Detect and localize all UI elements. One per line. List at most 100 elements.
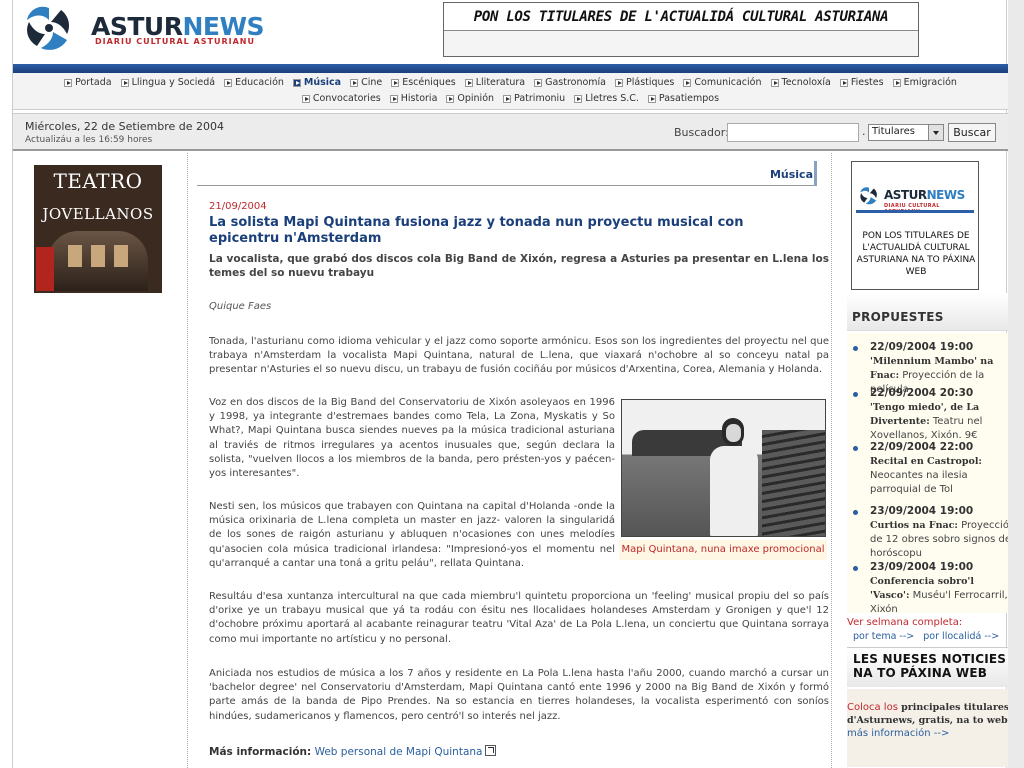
- arrow-right-icon: [770, 78, 779, 87]
- search-input[interactable]: [727, 123, 859, 142]
- teatro-jovellanos-ad[interactable]: TEATRO JOVELLANOS: [34, 165, 162, 293]
- arrow-right-icon: [301, 94, 310, 103]
- nav-item[interactable]: Opinión: [446, 93, 494, 104]
- page: ASTURNEWS DIARIU CULTURAL ASTURIANU PON …: [12, 0, 1015, 768]
- search-type-select[interactable]: Titulares: [868, 124, 944, 141]
- nav-item[interactable]: Convocatories: [301, 93, 381, 104]
- week-by-topic-link[interactable]: por tema -->: [853, 631, 914, 642]
- events-list: 22/09/2004 19:00 'Milennium Mambo' na Fna…: [847, 333, 1016, 615]
- propuestes-title: PROPUESTES: [852, 310, 944, 324]
- nav-item[interactable]: Pasatiempos: [647, 93, 720, 104]
- event-desc: 'Tengo miedo', de La Divertente: Teatru …: [870, 401, 1016, 443]
- red-banner-image: [36, 247, 54, 291]
- section-tick: [814, 161, 817, 186]
- event-date: 22/09/2004 22:00: [870, 441, 974, 453]
- nav-item[interactable]: Portada: [64, 77, 112, 88]
- article-title: La solista Mapi Quintana fusiona jazz y …: [209, 215, 744, 246]
- promo-red-text: Coloca los: [847, 702, 898, 713]
- event-desc: Curtios na Fnac: Proyección de 12 obres …: [870, 519, 1016, 561]
- nav-item[interactable]: Fiestes: [839, 77, 884, 88]
- news-widget-header: LES NUESES NOTICIES NA TO PÁXINA WEB: [847, 647, 1015, 687]
- nav-item[interactable]: Plástiques: [615, 77, 674, 88]
- ad-logo: ASTURNEWS DIARIU CULTURAL ASTURIANU: [856, 184, 974, 218]
- asturnews-logo[interactable]: ASTURNEWS DIARIU CULTURAL ASTURIANU: [21, 2, 271, 56]
- nav-item-label: Convocatories: [312, 93, 381, 104]
- week-by-place-link[interactable]: por llocalidá -->: [923, 631, 999, 642]
- article-paragraph: Aniciada nos estudios de música a los 7 …: [209, 668, 829, 722]
- arrow-right-icon: [64, 78, 73, 87]
- event-desc: Conferencia sobro'l 'Vasco': Muséu'l Fer…: [870, 575, 1016, 617]
- arrow-right-icon: [120, 78, 129, 87]
- article-lead: La vocalista, que grabó dos discos cola …: [209, 253, 829, 279]
- nav-accent-bar: [13, 64, 1008, 73]
- arrow-right-icon: [574, 94, 583, 103]
- bullet-icon: [853, 566, 858, 571]
- nav-item-label: Cine: [361, 77, 383, 88]
- banner-text: PON LOS TITULARES DE L'ACTUALIDÁ CULTURA…: [444, 3, 918, 31]
- ad-line-1: TEATRO: [53, 169, 143, 193]
- nav-item-label: Lliteratura: [475, 77, 526, 88]
- updated-time: Actualizáu a les 16:59 hores: [25, 135, 153, 145]
- bullet-icon: [853, 392, 858, 397]
- nav-item[interactable]: Música: [292, 77, 342, 88]
- nav-item-label: Plástiques: [626, 77, 675, 88]
- nav-item[interactable]: Educación: [224, 77, 284, 88]
- arrow-right-icon: [391, 78, 400, 87]
- external-link-icon[interactable]: [485, 745, 497, 756]
- window-scroll-edge: [1008, 0, 1024, 768]
- nav-item-label: Pasatiempos: [658, 93, 720, 104]
- search-button[interactable]: Buscar: [948, 123, 996, 142]
- nav-item[interactable]: Historia: [389, 93, 437, 104]
- arrow-right-icon: [647, 94, 656, 103]
- logo-swirl-icon: [27, 6, 69, 50]
- nav-item-label: Tecnoloxía: [781, 77, 831, 88]
- nav-item[interactable]: Cine: [350, 77, 382, 88]
- event-title[interactable]: Curtios na Fnac:: [870, 520, 958, 531]
- arrow-right-icon: [389, 94, 398, 103]
- ad-subtitle: DIARIU CULTURAL ASTURIANU: [884, 203, 940, 215]
- arrow-right-icon: [224, 78, 233, 87]
- arrow-right-icon: [446, 94, 455, 103]
- nav-row-1: Portada Llingua y Sociedá Educación Música C…: [13, 77, 1008, 88]
- nav-item[interactable]: Comunicación: [683, 77, 762, 88]
- right-column: ASTURNEWS DIARIU CULTURAL ASTURIANU PON …: [833, 153, 1015, 768]
- event-title[interactable]: Recital en Castropol:: [870, 456, 982, 467]
- nav-item-label: Escéniques: [402, 77, 456, 88]
- window-image: [91, 245, 105, 267]
- nav-item-label: Música: [303, 77, 342, 88]
- promo-more-link[interactable]: más información -->: [847, 728, 949, 739]
- ad-bar: [856, 210, 974, 213]
- nav-item[interactable]: Lliteratura: [464, 77, 526, 88]
- ad-line-2: JOVELLANOS: [42, 205, 154, 223]
- nav-item[interactable]: Escéniques: [391, 77, 456, 88]
- article-paragraph: Nesti sen, los músicos que trabayen con …: [209, 501, 615, 569]
- chevron-down-icon[interactable]: [928, 125, 943, 140]
- nav-item-label: Emigración: [903, 77, 957, 88]
- asturnews-widget-ad[interactable]: ASTURNEWS DIARIU CULTURAL ASTURIANU PON …: [851, 161, 979, 290]
- nav-item[interactable]: Lletres S.C.: [574, 93, 639, 104]
- nav-item[interactable]: Patrimoniu: [503, 93, 565, 104]
- ad-wordmark: ASTURNEWS: [884, 188, 965, 202]
- article-paragraph: Tonada, l'asturianu como idioma vehicula…: [209, 336, 829, 376]
- date-search-bar: Miércoles, 22 de Setiembre de 2004 Actua…: [13, 113, 1008, 151]
- search-dot: .: [862, 125, 866, 138]
- nav-item-label: Lletres S.C.: [585, 93, 639, 104]
- nav-item[interactable]: Emigración: [892, 77, 957, 88]
- arrow-right-icon: [503, 94, 512, 103]
- bullet-icon: [853, 346, 858, 351]
- bullet-icon: [853, 446, 858, 451]
- more-info-link[interactable]: Web personal de Mapi Quintana: [315, 746, 483, 758]
- top-banner[interactable]: PON LOS TITULARES DE L'ACTUALIDÁ CULTURA…: [443, 2, 919, 57]
- arrow-right-icon: [350, 78, 359, 87]
- arrow-right-icon: [892, 78, 901, 87]
- nav-item[interactable]: Tecnoloxía: [770, 77, 831, 88]
- select-value: Titulares: [872, 126, 915, 137]
- nav-item-label: Portada: [75, 77, 112, 88]
- article-date: 21/09/2004: [209, 201, 267, 212]
- nav-item-label: Educación: [235, 77, 284, 88]
- propuestes-header: PROPUESTES: [847, 293, 1015, 331]
- section-title[interactable]: Música: [770, 168, 813, 181]
- logo-swirl-icon: [860, 187, 877, 205]
- nav-item[interactable]: Llingua y Sociedá: [120, 77, 215, 88]
- nav-item[interactable]: Gastronomía: [534, 77, 606, 88]
